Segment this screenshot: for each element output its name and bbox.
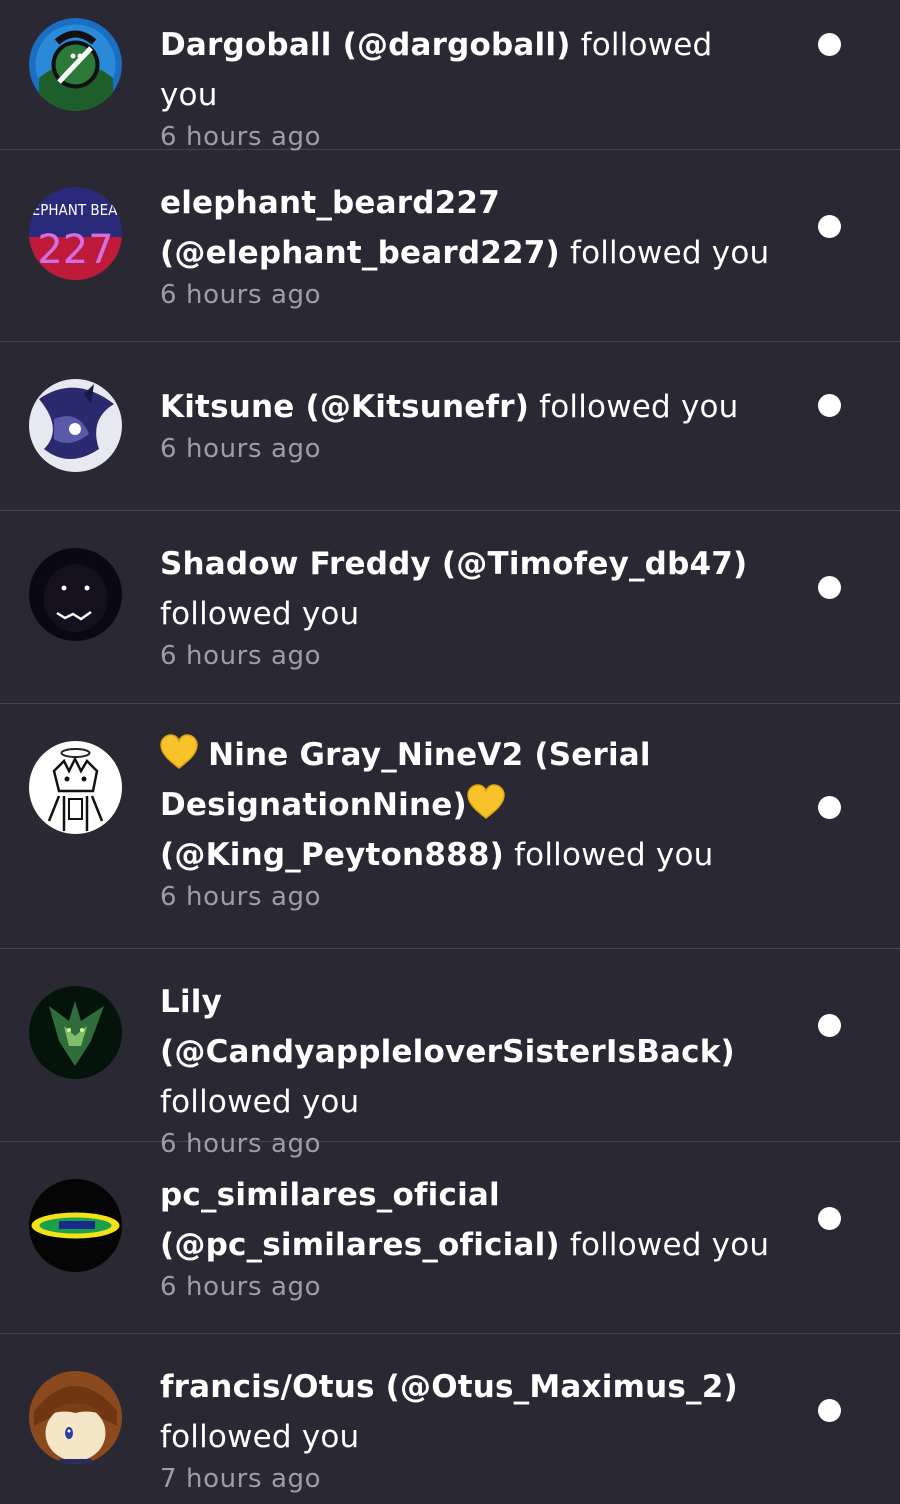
notification-item[interactable]: francis/Otus (@Otus_Maximus_2) followed … — [0, 1334, 900, 1504]
shadow-freddy-avatar-icon — [29, 548, 122, 641]
user-name[interactable]: Lily (@CandyappleloverSisterIsBack) — [160, 984, 735, 1070]
user-avatar[interactable] — [29, 548, 122, 641]
notification-text: Shadow Freddy (@Timofey_db47) followed y… — [160, 539, 780, 671]
user-name[interactable]: elephant_beard227 — [160, 185, 500, 221]
unread-dot — [818, 796, 841, 819]
timestamp: 6 hours ago — [160, 280, 322, 310]
user-name[interactable]: francis/Otus (@Otus_Maximus_2) — [160, 1369, 738, 1405]
unread-dot — [818, 1207, 841, 1230]
unread-dot — [818, 394, 841, 417]
notification-item[interactable]: Lily (@CandyappleloverSisterIsBack) foll… — [0, 949, 900, 1159]
user-avatar[interactable] — [29, 18, 122, 111]
yellow-heart-icon — [160, 734, 198, 769]
lily-avatar-icon — [29, 986, 122, 1079]
yellow-heart-icon — [467, 784, 505, 819]
timestamp: 6 hours ago — [160, 882, 322, 912]
dargoball-avatar-icon — [29, 18, 122, 111]
user-avatar[interactable] — [29, 379, 122, 472]
action-text: followed you — [514, 837, 714, 873]
user-handle[interactable]: (@King_Peyton888) — [160, 837, 504, 873]
notification-text: pc_similares_oficial (@pc_similares_ofic… — [160, 1170, 780, 1302]
user-handle[interactable]: (@pc_similares_oficial) — [160, 1227, 560, 1263]
user-avatar[interactable] — [29, 986, 122, 1079]
notification-text: Nine Gray_NineV2 (Serial DesignationNine… — [160, 730, 780, 912]
user-avatar[interactable]: LEPHANT BEAR 227 — [29, 187, 122, 280]
user-name[interactable]: pc_similares_oficial — [160, 1177, 500, 1213]
notification-item[interactable]: Kitsune (@Kitsunefr) followed you 6 hour… — [0, 342, 900, 511]
user-avatar[interactable] — [29, 741, 122, 834]
action-text: followed you — [569, 235, 770, 271]
nine-avatar-icon — [29, 741, 122, 834]
action-text: followed you — [160, 596, 360, 632]
elephant-beard-avatar-icon: LEPHANT BEAR 227 — [29, 187, 122, 280]
action-text: followed you — [160, 1084, 360, 1120]
notification-item[interactable]: Dargoball (@dargoball) followed you 6 ho… — [0, 0, 900, 152]
notification-text: Dargoball (@dargoball) followed you 6 ho… — [160, 20, 780, 152]
notification-item[interactable]: LEPHANT BEAR 227 elephant_beard227 (@ele… — [0, 150, 900, 342]
notification-item[interactable]: Shadow Freddy (@Timofey_db47) followed y… — [0, 511, 900, 704]
user-avatar[interactable] — [29, 1179, 122, 1272]
user-name-continued[interactable]: DesignationNine) — [160, 787, 467, 823]
user-name[interactable]: Shadow Freddy (@Timofey_db47) — [160, 546, 747, 582]
user-name[interactable]: Nine Gray_NineV2 (Serial — [208, 737, 651, 773]
avatar-text-top: LEPHANT BEAR — [29, 201, 122, 219]
timestamp: 6 hours ago — [160, 434, 322, 464]
user-name[interactable]: Dargoball (@dargoball) — [160, 27, 571, 63]
timestamp: 7 hours ago — [160, 1464, 322, 1494]
user-avatar[interactable] — [29, 1371, 122, 1464]
unread-dot — [818, 33, 841, 56]
notification-item[interactable]: pc_similares_oficial (@pc_similares_ofic… — [0, 1142, 900, 1334]
notification-text: Lily (@CandyappleloverSisterIsBack) foll… — [160, 977, 780, 1159]
unread-dot — [818, 1014, 841, 1037]
kitsune-avatar-icon — [29, 379, 122, 472]
action-text: followed you — [160, 1419, 360, 1455]
francis-otus-avatar-icon — [29, 1371, 122, 1464]
action-text: followed you — [539, 389, 739, 425]
pc-similares-avatar-icon — [29, 1179, 122, 1272]
notification-item[interactable]: Nine Gray_NineV2 (Serial DesignationNine… — [0, 704, 900, 949]
timestamp: 6 hours ago — [160, 1272, 322, 1302]
avatar-text-bottom: 227 — [37, 227, 113, 273]
unread-dot — [818, 1399, 841, 1422]
notification-text: elephant_beard227 (@elephant_beard227) f… — [160, 178, 780, 310]
unread-dot — [818, 576, 841, 599]
user-handle[interactable]: (@elephant_beard227) — [160, 235, 560, 271]
timestamp: 6 hours ago — [160, 641, 322, 671]
timestamp: 6 hours ago — [160, 122, 322, 152]
unread-dot — [818, 215, 841, 238]
notification-text: Kitsune (@Kitsunefr) followed you 6 hour… — [160, 382, 780, 464]
notification-text: francis/Otus (@Otus_Maximus_2) followed … — [160, 1362, 780, 1494]
user-name[interactable]: Kitsune (@Kitsunefr) — [160, 389, 529, 425]
action-text: followed you — [569, 1227, 770, 1263]
